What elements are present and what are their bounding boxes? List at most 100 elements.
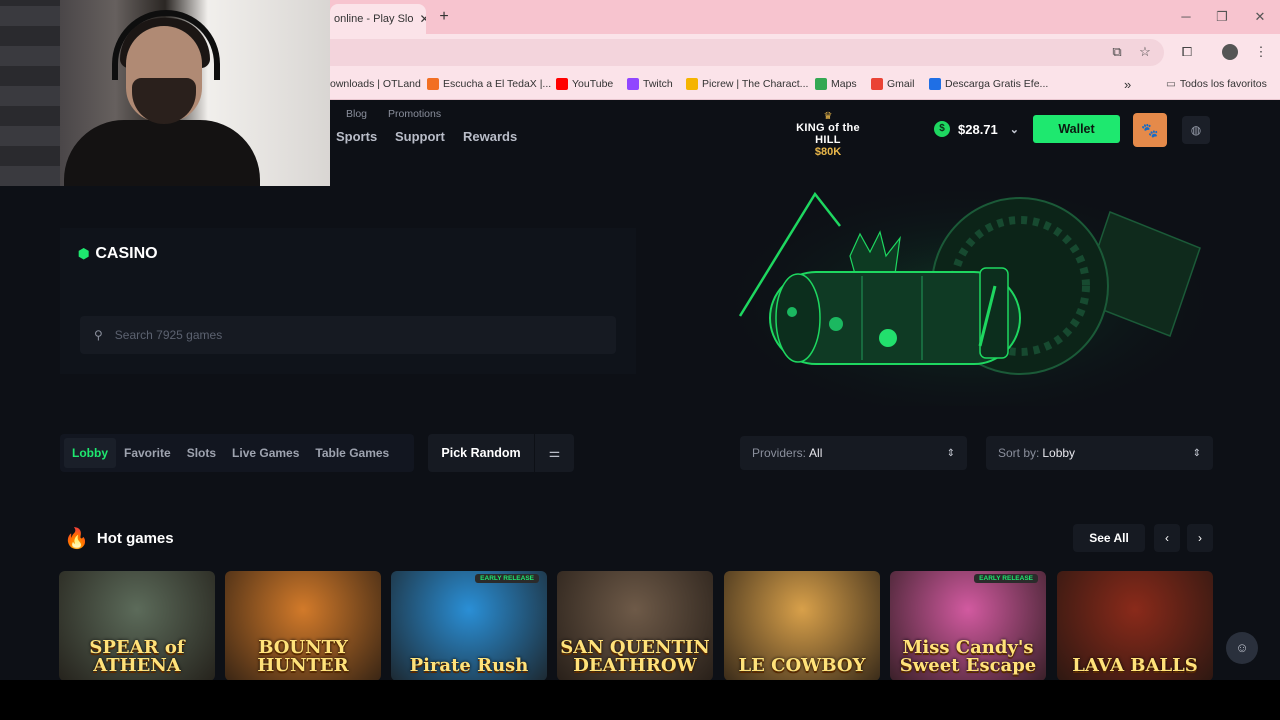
sort-select[interactable]: Sort by: Lobby ⇕ [986, 436, 1213, 470]
bookmark-twitch[interactable]: Twitch [627, 76, 673, 92]
bookmark-maps[interactable]: Maps [815, 76, 857, 92]
tab-title: online - Play Slo [334, 13, 414, 25]
game-title: Miss Candy's Sweet Escape [899, 637, 1037, 676]
webcam-overlay [0, 0, 330, 186]
maps-icon [815, 78, 827, 90]
pick-random-group: Pick Random ⚌ [428, 434, 574, 472]
folder-icon: ▭ [1166, 78, 1176, 90]
install-app-icon[interactable]: ⧉ [1108, 43, 1126, 61]
game-card[interactable]: SAN QUENTIN DEATHROW [557, 571, 713, 681]
all-favorites-folder[interactable]: ▭ Todos los favoritos [1166, 76, 1267, 92]
game-title: LAVA BALLS [1072, 655, 1198, 676]
twitch-icon [627, 78, 639, 90]
balance-dropdown[interactable]: $ $28.71 ⌄ [934, 116, 1019, 142]
prev-arrow-button[interactable]: ‹ [1154, 524, 1180, 552]
more-bookmarks-icon[interactable]: » [1124, 76, 1131, 92]
bookmark-star-icon[interactable]: ☆ [1136, 43, 1154, 61]
bookmark-label: Picrew | The Charact... [702, 78, 809, 90]
bookmark-otland[interactable]: ownloads | OTLand [330, 76, 421, 92]
promo-title: KING of the HILL [796, 122, 860, 146]
tab-favorite[interactable]: Favorite [116, 438, 179, 468]
picrew-icon [686, 78, 698, 90]
sort-value: Lobby [1042, 446, 1076, 460]
browser-tab[interactable]: online - Play Slo ✕ [330, 4, 426, 34]
bookmark-label: Maps [831, 78, 857, 90]
game-title: SAN QUENTIN DEATHROW [560, 637, 710, 676]
profile-avatar-icon[interactable] [1222, 44, 1238, 60]
game-title: BOUNTY HUNTER [257, 637, 349, 676]
bookmark-youtube[interactable]: YouTube [556, 76, 613, 92]
tab-live-games[interactable]: Live Games [224, 438, 307, 468]
search-input[interactable] [114, 328, 575, 342]
game-search[interactable]: ⚲ [80, 316, 616, 354]
filter-sliders-icon[interactable]: ⚌ [535, 445, 574, 461]
gmail-icon [871, 78, 883, 90]
freepik-icon [929, 78, 941, 90]
crown-icon: ♛ [823, 111, 833, 122]
hot-games-heading: 🔥 Hot games [64, 526, 174, 551]
nav-support-link[interactable]: Support [395, 129, 445, 144]
dollar-coin-icon: $ [934, 121, 950, 137]
casino-title: ⬢ CASINO [78, 245, 158, 263]
bookmark-picrew[interactable]: Picrew | The Charact... [686, 76, 808, 92]
fire-icon: 🔥 [64, 528, 89, 550]
nav-promotions-link[interactable]: Promotions [388, 108, 441, 120]
minimize-icon[interactable]: ─ [1176, 8, 1196, 26]
close-window-icon[interactable]: ✕ [1250, 8, 1270, 26]
bookmark-gmail[interactable]: Gmail [871, 76, 914, 92]
pick-random-button[interactable]: Pick Random [428, 446, 534, 460]
bottom-black-bar [0, 680, 1280, 720]
wallet-button[interactable]: Wallet [1033, 115, 1120, 143]
updown-chevron-icon: ⇕ [946, 447, 955, 459]
bookmark-soundcloud[interactable]: Escucha a El TedaX |... [427, 76, 551, 92]
slot-machine-hero-illustration [730, 176, 1210, 406]
game-card[interactable]: LAVA BALLS [1057, 571, 1213, 681]
chevron-down-icon: ⌄ [1009, 123, 1019, 136]
tab-lobby[interactable]: Lobby [64, 438, 116, 468]
user-avatar-paw-icon[interactable]: 🐾 [1133, 113, 1167, 147]
live-support-icon[interactable]: ☺ [1226, 632, 1258, 664]
close-tab-icon[interactable]: ✕ [420, 12, 427, 26]
king-of-the-hill-promo[interactable]: ♛ KING of the HILL $80K [790, 111, 866, 159]
balance-amount: $28.71 [958, 121, 998, 137]
bookmark-label: Twitch [643, 78, 673, 90]
game-title: Pirate Rush [409, 655, 529, 676]
category-tabs: Lobby Favorite Slots Live Games Table Ga… [60, 434, 414, 472]
youtube-icon [556, 78, 568, 90]
tab-table-games[interactable]: Table Games [307, 438, 397, 468]
nav-sports-link[interactable]: Sports [336, 129, 377, 144]
browser-menu-icon[interactable]: ⋮ [1252, 43, 1270, 61]
maximize-icon[interactable]: ❐ [1212, 8, 1232, 26]
game-card[interactable]: SPEAR of ATHENA [59, 571, 215, 681]
address-input[interactable] [330, 39, 1164, 66]
sort-label: Sort by: [998, 446, 1040, 460]
game-title: SPEAR of ATHENA [89, 637, 185, 676]
providers-label: Providers: [752, 446, 807, 460]
all-favorites-label: Todos los favoritos [1179, 78, 1267, 90]
bookmark-freepik[interactable]: Descarga Gratis Efe... [929, 76, 1048, 92]
soundcloud-icon [427, 78, 439, 90]
game-card[interactable]: LE COWBOY [724, 571, 880, 681]
game-card[interactable]: BOUNTY HUNTER [225, 571, 381, 681]
chat-icon[interactable]: ◍ [1182, 116, 1210, 144]
updown-chevron-icon: ⇕ [1192, 447, 1201, 459]
game-card[interactable]: EARLY RELEASE Miss Candy's Sweet Escape [890, 571, 1046, 681]
nav-blog-link[interactable]: Blog [346, 108, 367, 120]
early-release-badge: EARLY RELEASE [974, 574, 1038, 583]
new-tab-button[interactable]: + [434, 7, 454, 27]
extensions-icon[interactable]: ⧠ [1178, 43, 1196, 61]
see-all-button[interactable]: See All [1073, 524, 1145, 552]
promo-amount: $80K [814, 146, 842, 158]
casino-title-text: CASINO [95, 245, 158, 262]
next-arrow-button[interactable]: › [1187, 524, 1213, 552]
bookmark-label: YouTube [572, 78, 614, 90]
bookmark-label: Escucha a El TedaX |... [443, 78, 552, 90]
providers-select[interactable]: Providers: All ⇕ [740, 436, 967, 470]
search-icon: ⚲ [94, 328, 103, 342]
game-title: LE COWBOY [738, 655, 866, 676]
game-card[interactable]: EARLY RELEASE Pirate Rush [391, 571, 547, 681]
bookmark-label: Gmail [887, 78, 915, 90]
nav-rewards-link[interactable]: Rewards [463, 129, 517, 144]
tab-slots[interactable]: Slots [179, 438, 224, 468]
paw-icon: ⬢ [78, 246, 90, 261]
